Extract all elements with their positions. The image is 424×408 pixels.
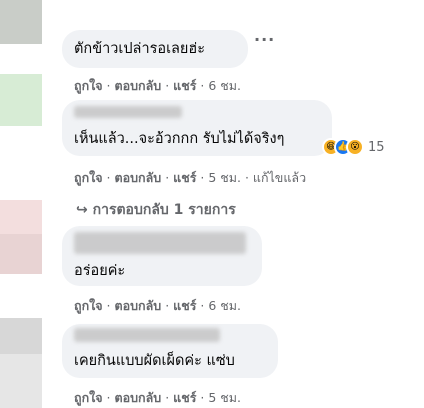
comment-text: อร่อยค่ะ <box>74 263 126 279</box>
timestamp[interactable]: 5 ชม. <box>208 390 241 405</box>
reaction-summary[interactable]: 😆 👍 😮 15 <box>322 138 385 156</box>
comment-actions: ถูกใจ · ตอบกลับ · แชร์ · 6 ชม. <box>74 298 241 313</box>
like-link[interactable]: ถูกใจ <box>74 170 103 185</box>
comment-text: ตักข้าวเปล่ารอเลยฮ่ะ <box>74 41 206 57</box>
share-link[interactable]: แชร์ <box>173 170 196 185</box>
avatar[interactable] <box>0 234 42 274</box>
commenter-name[interactable] <box>74 328 220 342</box>
share-link[interactable]: แชร์ <box>173 78 196 93</box>
avatar[interactable] <box>0 74 42 126</box>
comment-actions: ถูกใจ · ตอบกลับ · แชร์ · 5 ชม. · แก้ไขแล… <box>74 170 307 185</box>
timestamp[interactable]: 6 ชม. <box>208 78 241 93</box>
comment-text: เห็นแล้ว...จะอ้วกกก รับไม่ได้จริงๆ <box>74 131 285 147</box>
wow-reaction-icon: 😮 <box>346 138 364 156</box>
commenter-name[interactable] <box>74 232 246 254</box>
reply-arrow-icon: ↪ <box>76 202 88 218</box>
view-replies-link[interactable]: ↪ การตอบกลับ 1 รายการ <box>76 199 236 221</box>
reply-link[interactable]: ตอบกลับ <box>115 170 162 185</box>
share-link[interactable]: แชร์ <box>173 390 196 405</box>
view-replies-label: การตอบกลับ 1 รายการ <box>92 202 236 218</box>
commenter-name[interactable] <box>74 106 182 118</box>
comment-text: เคยกินแบบผัดเผ็ดค่ะ แซ่บ <box>74 353 235 369</box>
like-link[interactable]: ถูกใจ <box>74 390 103 405</box>
avatar[interactable] <box>0 354 42 408</box>
like-link[interactable]: ถูกใจ <box>74 298 103 313</box>
edited-label[interactable]: แก้ไขแล้ว <box>253 170 306 185</box>
reply-link[interactable]: ตอบกลับ <box>115 298 162 313</box>
reaction-count: 15 <box>368 139 385 155</box>
like-link[interactable]: ถูกใจ <box>74 78 103 93</box>
comment-actions: ถูกใจ · ตอบกลับ · แชร์ · 6 ชม. <box>74 78 241 93</box>
timestamp[interactable]: 6 ชม. <box>208 298 241 313</box>
avatar[interactable] <box>0 0 42 44</box>
share-link[interactable]: แชร์ <box>173 298 196 313</box>
comment-actions: ถูกใจ · ตอบกลับ · แชร์ · 5 ชม. <box>74 390 241 405</box>
reply-link[interactable]: ตอบกลับ <box>115 390 162 405</box>
timestamp[interactable]: 5 ชม. <box>208 170 241 185</box>
more-icon[interactable]: ··· <box>254 30 275 49</box>
reply-link[interactable]: ตอบกลับ <box>115 78 162 93</box>
